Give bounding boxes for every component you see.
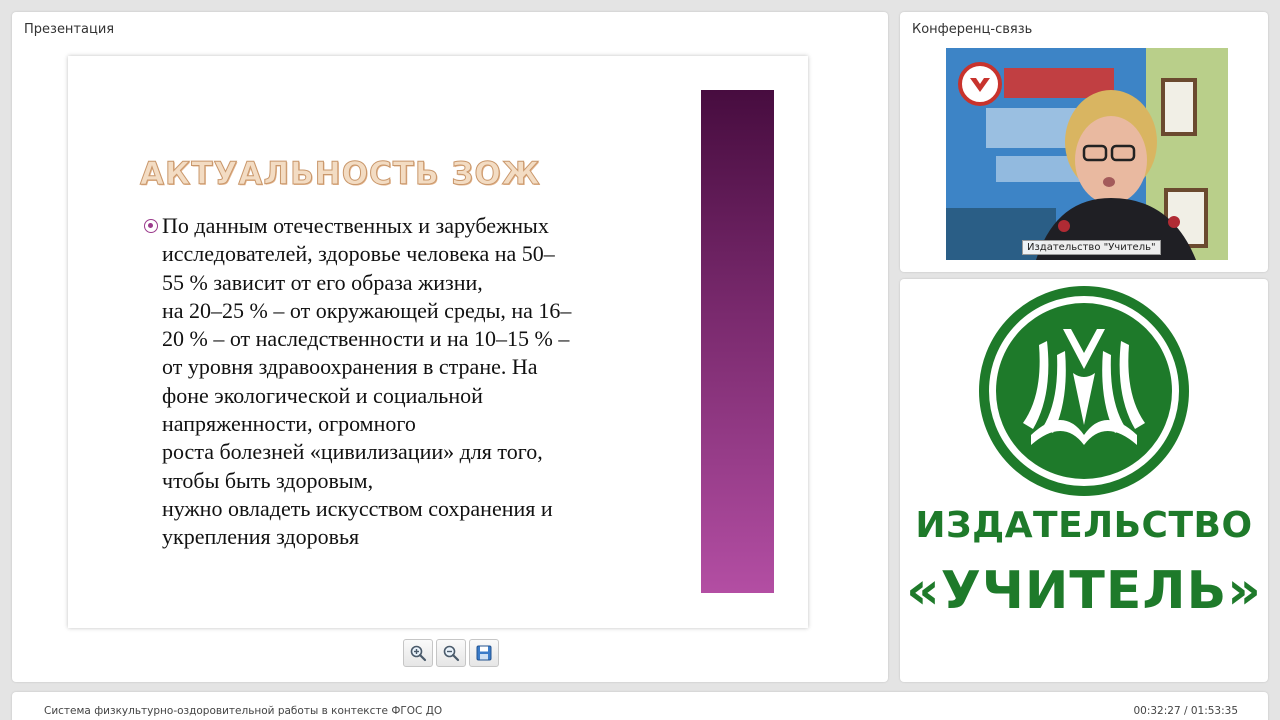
zoom-in-button[interactable]	[403, 639, 433, 667]
presentation-panel-title: Презентация	[24, 22, 115, 37]
zoom-out-icon	[443, 645, 460, 662]
conference-panel: Конференц-связь Издательство "Учитель"	[900, 12, 1268, 272]
zoom-out-button[interactable]	[436, 639, 466, 667]
conference-panel-title: Конференц-связь	[912, 22, 1033, 37]
slide-body-line: от уровня здравоохранения в стране. На	[162, 354, 538, 380]
zoom-in-icon	[410, 645, 427, 662]
slide-body-line: 55 % зависит от его образа жизни,	[162, 269, 483, 295]
slide-body-line: По данным отечественных и зарубежных	[162, 213, 549, 238]
slide-body-line: фоне экологической и социальной	[162, 382, 483, 408]
video-feed[interactable]: Издательство "Учитель"	[946, 48, 1228, 260]
slide-body-line: роста болезней «цивилизации» для того,	[162, 439, 543, 465]
publisher-logo-icon	[979, 286, 1189, 496]
playback-time: 00:32:27 / 01:53:35	[1133, 705, 1238, 717]
slide-heading: АКТУАЛЬНОСТЬ ЗОЖ	[140, 156, 541, 193]
publisher-logo-panel: ИЗДАТЕЛЬСТВО «УЧИТЕЛЬ»	[900, 279, 1268, 682]
slide-body-line: напряженности, огромного	[162, 411, 416, 437]
publisher-name: ИЗДАТЕЛЬСТВО	[915, 505, 1253, 546]
slide: АКТУАЛЬНОСТЬ ЗОЖ По данным отечественных…	[68, 56, 808, 628]
presentation-panel: Презентация АКТУАЛЬНОСТЬ ЗОЖ По данным о…	[12, 12, 888, 682]
webinar-title: Система физкультурно-оздоровительной раб…	[44, 705, 443, 717]
slide-toolbar	[403, 639, 499, 667]
speaker-video-image	[946, 48, 1228, 260]
slide-body-line: на 20–25 % – от окружающей среды, на 16–	[162, 297, 572, 323]
slide-body-line: нужно овладеть искусством сохранения и	[162, 495, 553, 521]
slide-body: По данным отечественных и зарубежных исс…	[162, 212, 682, 552]
bullet-icon	[144, 219, 158, 233]
slide-body-line: исследователей, здоровье человека на 50–	[162, 241, 555, 267]
save-icon	[476, 645, 492, 661]
publisher-quote-name: «УЧИТЕЛЬ»	[906, 561, 1262, 621]
slide-body-line: чтобы быть здоровым,	[162, 467, 374, 493]
footer-bar: Система физкультурно-оздоровительной раб…	[12, 692, 1268, 720]
slide-decor-stripe	[701, 90, 774, 593]
slide-body-line: укрепления здоровья	[162, 524, 360, 550]
save-button[interactable]	[469, 639, 499, 667]
video-caption: Издательство "Учитель"	[1022, 240, 1161, 255]
slide-body-line: 20 % – от наследственности и на 10–15 % …	[162, 326, 570, 352]
